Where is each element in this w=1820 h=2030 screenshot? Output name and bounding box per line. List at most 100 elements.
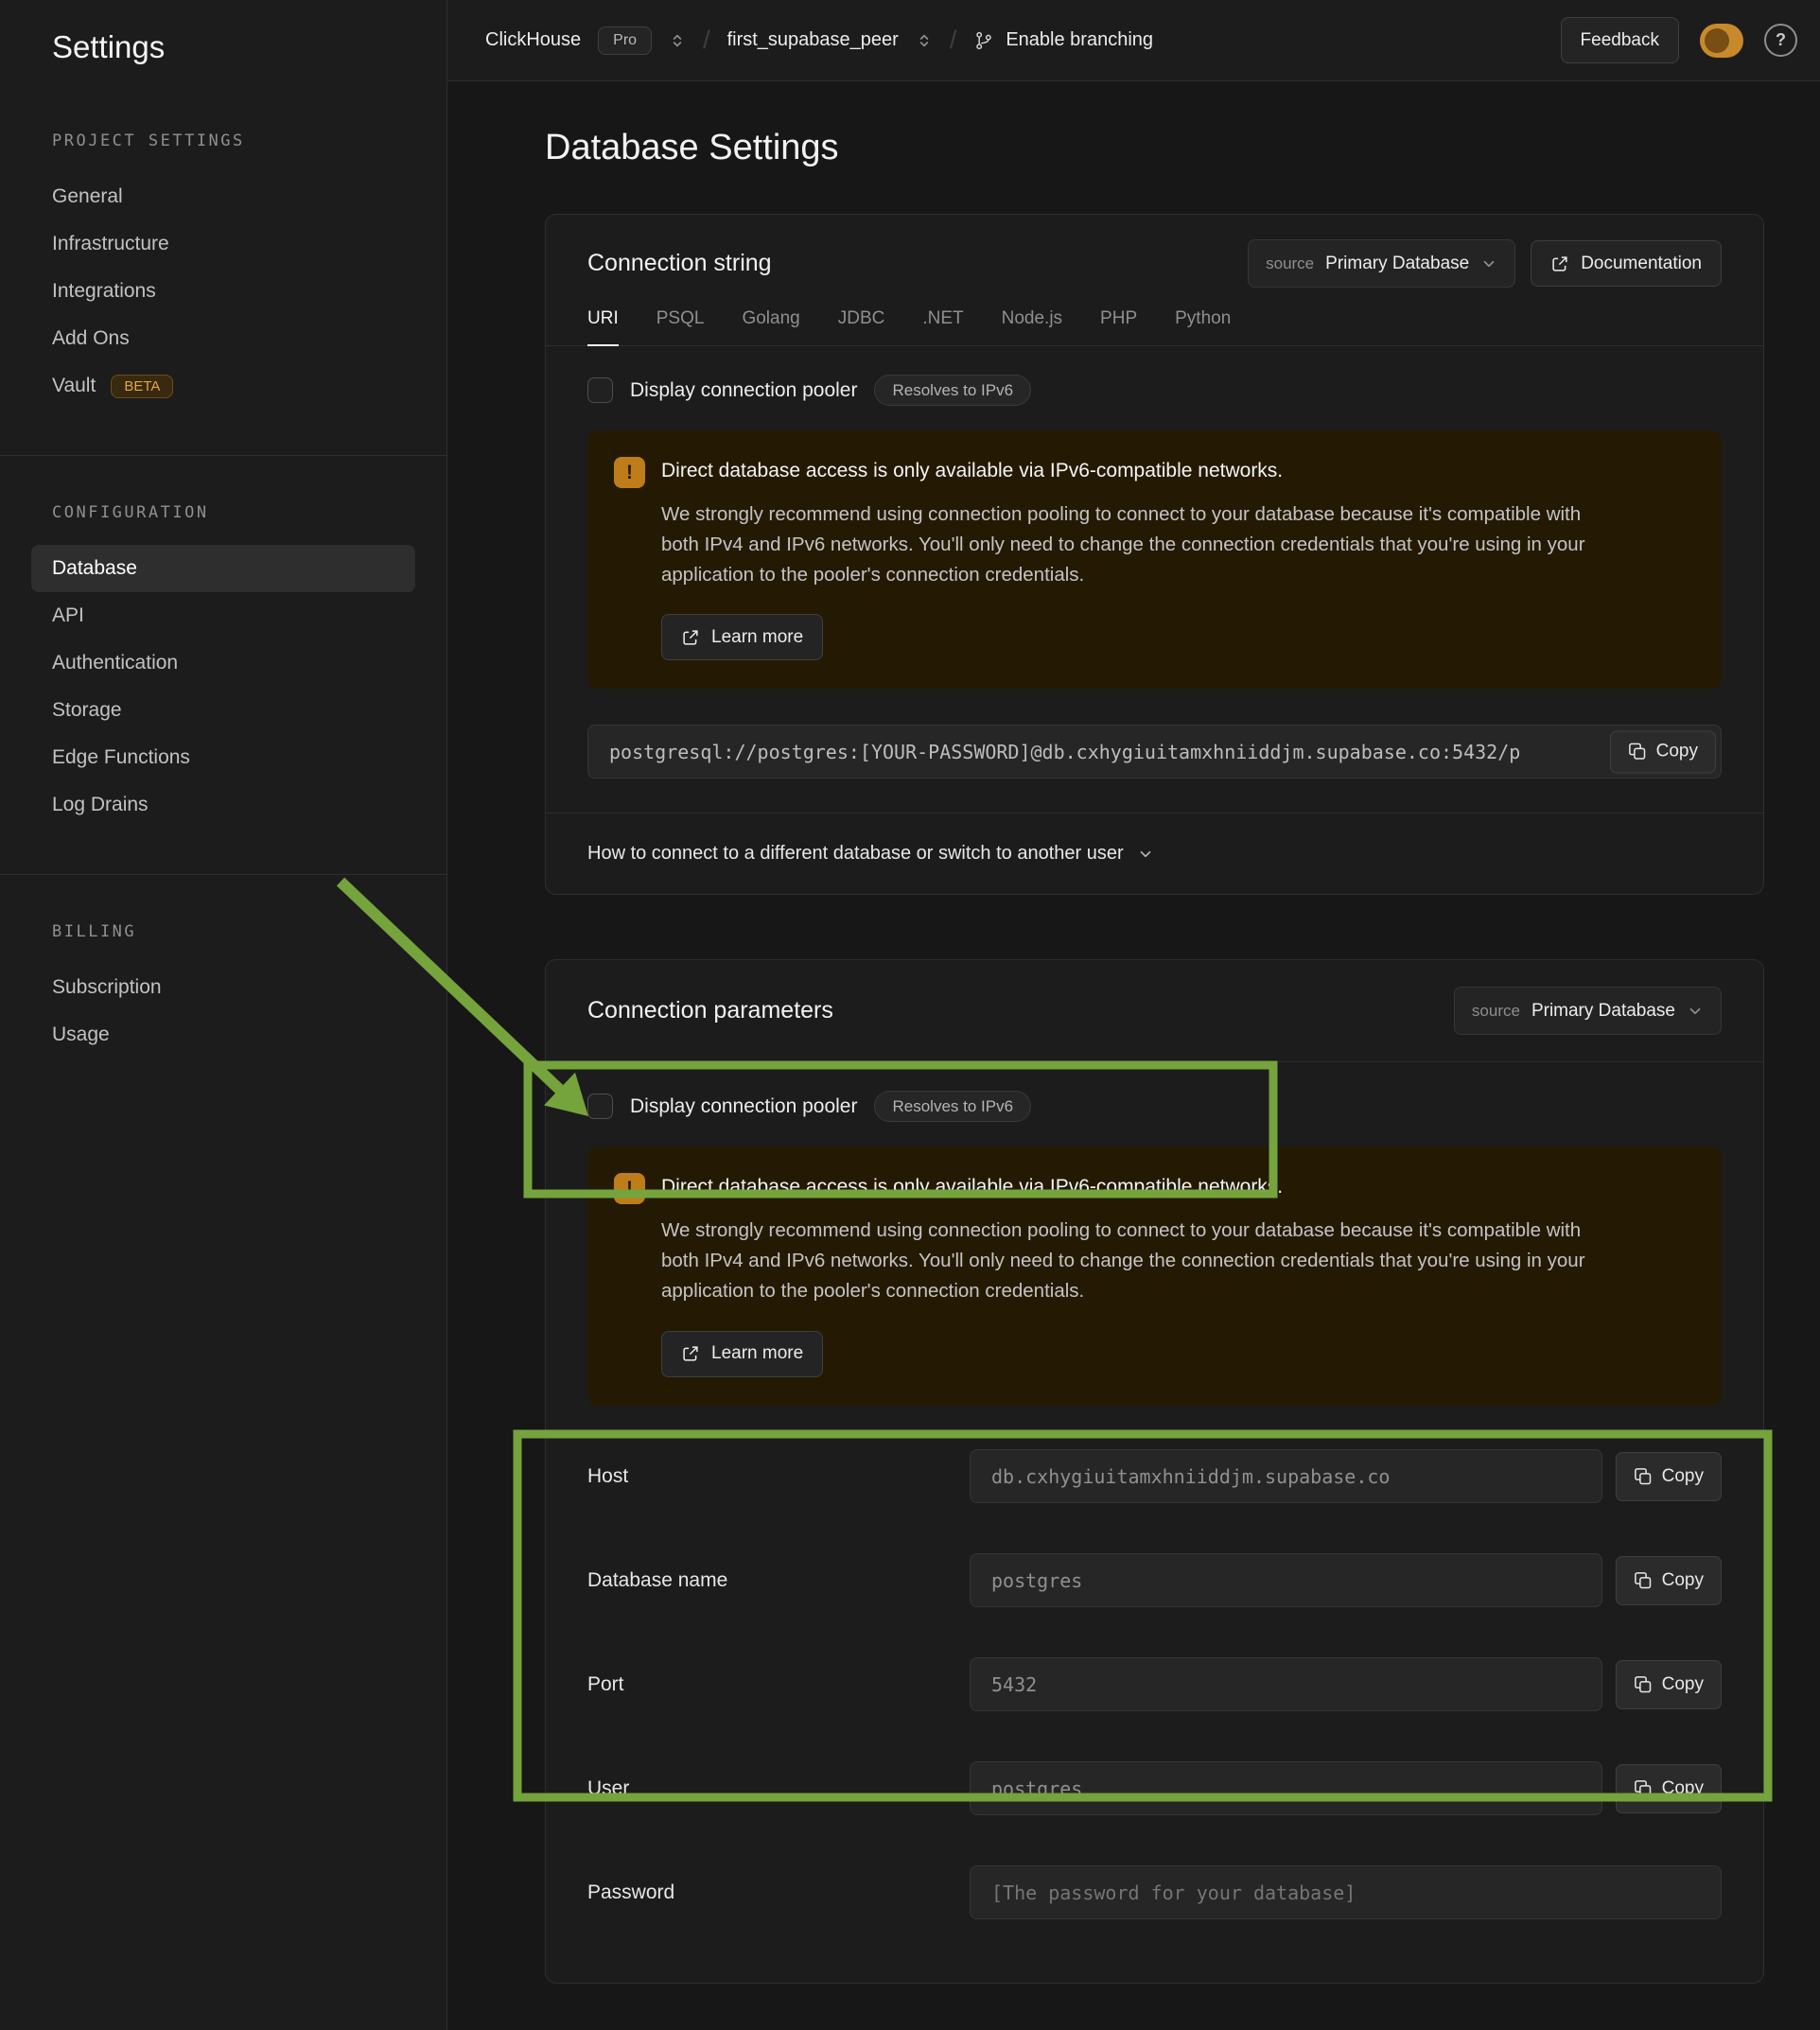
connection-parameters-list: Host db.cxhygiuitamxhniiddjm.supabase.co… [587,1425,1722,1945]
learn-more-button[interactable]: Learn more [661,1331,823,1377]
sidebar-item-usage[interactable]: Usage [31,1011,415,1059]
tab-golang[interactable]: Golang [742,308,799,345]
source-select[interactable]: source Primary Database [1454,987,1722,1035]
param-row-port: Port 5432 Copy [587,1633,1722,1737]
tab-dotnet[interactable]: .NET [922,308,963,345]
sidebar-item-database[interactable]: Database [31,545,415,592]
connection-parameters-header: Connection parameters source Primary Dat… [546,960,1763,1062]
host-field[interactable]: db.cxhygiuitamxhniiddjm.supabase.co [970,1449,1602,1503]
copy-button[interactable]: Copy [1616,1660,1722,1709]
sidebar-item-integrations[interactable]: Integrations [31,268,415,315]
beta-badge: BETA [111,375,173,398]
source-value: Primary Database [1325,254,1469,274]
org-switcher-icon[interactable] [669,32,686,49]
sidebar-item-infrastructure[interactable]: Infrastructure [31,220,415,268]
external-link-icon [681,1344,700,1363]
avatar[interactable] [1700,24,1743,58]
header-actions: source Primary Database Documentation [1248,239,1722,288]
sidebar-item-label: General [52,185,123,208]
breadcrumb-divider: / [703,26,710,55]
source-select[interactable]: source Primary Database [1248,239,1515,288]
sidebar-item-authentication[interactable]: Authentication [31,639,415,687]
sidebar-item-edge-functions[interactable]: Edge Functions [31,734,415,781]
param-row-user: User postgres Copy [587,1737,1722,1841]
card-title: Connection string [587,250,772,277]
copy-label: Copy [1662,1466,1704,1487]
tab-python[interactable]: Python [1175,308,1231,345]
project-switcher-icon[interactable] [916,32,933,49]
database-name-field[interactable]: postgres [970,1553,1602,1607]
sidebar-item-label: Edge Functions [52,746,190,769]
project-name[interactable]: first_supabase_peer [727,29,899,51]
how-to-connect-label: How to connect to a different database o… [587,843,1124,865]
documentation-button[interactable]: Documentation [1531,240,1722,287]
sidebar-item-api[interactable]: API [31,592,415,639]
sidebar-item-log-drains[interactable]: Log Drains [31,781,415,829]
alert-icon [614,1173,645,1204]
learn-more-button[interactable]: Learn more [661,614,823,660]
sidebar-item-storage[interactable]: Storage [31,687,415,734]
connection-string-body: Display connection pooler Resolves to IP… [546,346,1763,779]
learn-more-label: Learn more [711,1343,803,1364]
port-field[interactable]: 5432 [970,1657,1602,1711]
sidebar-item-label: Vault [52,375,96,397]
header-actions: source Primary Database [1454,987,1722,1035]
copy-button[interactable]: Copy [1616,1764,1722,1813]
connection-string-input[interactable]: postgresql://postgres:[YOUR-PASSWORD]@db… [587,725,1722,779]
tab-php[interactable]: PHP [1100,308,1137,345]
param-label: User [587,1777,970,1800]
connection-parameters-card: Connection parameters source Primary Dat… [545,959,1764,1983]
param-label: Port [587,1673,970,1696]
copy-button[interactable]: Copy [1616,1556,1722,1605]
copy-icon [1634,1675,1653,1694]
documentation-label: Documentation [1581,254,1702,274]
param-label: Password [587,1881,970,1904]
card-title: Connection parameters [587,997,833,1024]
tab-uri[interactable]: URI [587,308,619,346]
sidebar-item-vault[interactable]: Vault BETA [31,362,415,410]
git-branch-icon [973,30,994,51]
notice-title: Direct database access is only available… [661,1176,1695,1199]
sidebar-item-label: API [52,604,84,627]
password-field[interactable]: [The password for your database] [970,1865,1722,1919]
section-label: PROJECT SETTINGS [31,131,415,154]
sidebar-title: Settings [0,28,446,65]
sidebar-item-label: Authentication [52,652,178,674]
sidebar-item-subscription[interactable]: Subscription [31,964,415,1011]
content-area: Database Settings Connection string sour… [447,81,1820,2030]
copy-button[interactable]: Copy [1616,1452,1722,1501]
tab-jdbc[interactable]: JDBC [838,308,885,345]
user-field[interactable]: postgres [970,1761,1602,1815]
sidebar: Settings PROJECT SETTINGS General Infras… [0,0,447,2030]
sidebar-item-label: Database [52,557,137,580]
external-link-icon [681,628,700,647]
resolves-to-ipv6-badge: Resolves to IPv6 [874,375,1031,406]
copy-button[interactable]: Copy [1610,730,1716,773]
alert-icon [614,457,645,488]
connection-string-header: Connection string source Primary Databas… [546,215,1763,346]
display-connection-pooler-checkbox[interactable] [587,377,613,403]
copy-icon [1634,1779,1653,1798]
source-label: source [1266,254,1314,273]
copy-icon [1628,743,1647,761]
sidebar-item-label: Log Drains [52,794,149,816]
section-label: CONFIGURATION [31,503,415,526]
sidebar-divider [0,455,446,456]
top-navigation-bar: ClickHouse Pro / first_supabase_peer / E… [447,0,1820,81]
plan-badge: Pro [598,26,652,55]
tab-nodejs[interactable]: Node.js [1002,308,1062,345]
display-connection-pooler-checkbox[interactable] [587,1094,613,1119]
param-row-database-name: Database name postgres Copy [587,1529,1722,1633]
enable-branching-label: Enable branching [1006,29,1153,51]
tab-psql[interactable]: PSQL [656,308,705,345]
help-icon[interactable]: ? [1764,24,1797,57]
feedback-button[interactable]: Feedback [1561,17,1679,63]
copy-label: Copy [1662,1778,1704,1799]
sidebar-item-add-ons[interactable]: Add Ons [31,315,415,362]
org-name[interactable]: ClickHouse [485,29,581,51]
enable-branching-button[interactable]: Enable branching [973,29,1153,51]
copy-label: Copy [1656,742,1698,762]
sidebar-item-general[interactable]: General [31,173,415,220]
how-to-connect-toggle[interactable]: How to connect to a different database o… [546,813,1763,894]
copy-label: Copy [1662,1570,1704,1591]
